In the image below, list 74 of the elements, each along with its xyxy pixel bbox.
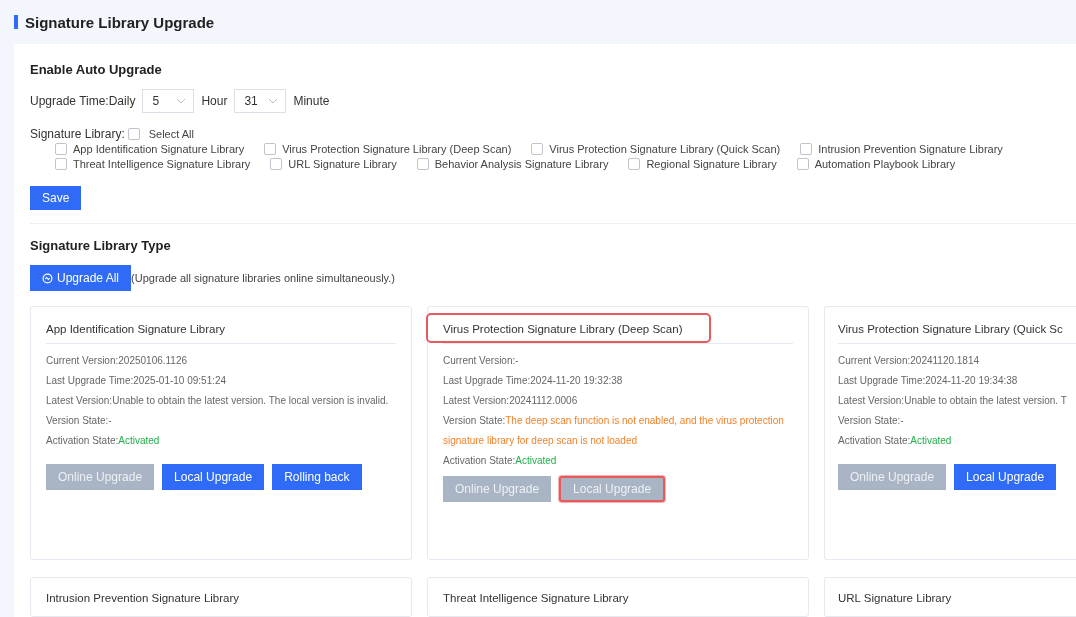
info-line: Version State:- bbox=[838, 414, 905, 428]
info-line: Activation State:Activated bbox=[838, 434, 953, 448]
title-accent-bar bbox=[14, 15, 18, 29]
checkbox-label[interactable]: Behavior Analysis Signature Library bbox=[434, 157, 609, 170]
field-label: Signature Library: bbox=[30, 127, 125, 141]
info-line: Last Upgrade Time:2024-11-20 19:34:38 bbox=[838, 374, 1019, 388]
info-value: Unable to obtain the latest version. T bbox=[904, 395, 1067, 406]
unit-label: Minute bbox=[293, 94, 330, 108]
card-title: Threat Intelligence Signature Library bbox=[443, 591, 629, 604]
card-title: Virus Protection Signature Library (Deep Scan) bbox=[428, 315, 709, 341]
upgrade-all-note: (Upgrade all signature libraries online simultaneously.) bbox=[131, 272, 395, 284]
checkbox-label[interactable]: Intrusion Prevention Signature Library bbox=[818, 142, 1003, 155]
unit-label: Hour bbox=[201, 94, 228, 108]
section-heading: Enable Auto Upgrade bbox=[30, 62, 163, 77]
chevron-down-icon bbox=[268, 98, 279, 104]
checkbox[interactable] bbox=[55, 142, 67, 155]
checkbox[interactable] bbox=[55, 157, 67, 170]
info-value: Activated bbox=[910, 435, 952, 446]
info-value: Unable to obtain the latest version. The local version is invalid. bbox=[112, 395, 389, 406]
info-value: 2024-11-20 19:32:38 bbox=[530, 375, 623, 386]
info-value: 2025-01-10 09:51:24 bbox=[133, 375, 227, 386]
info-value: Activated bbox=[118, 435, 160, 446]
checkbox[interactable] bbox=[416, 157, 429, 170]
card-title: URL Signature Library bbox=[838, 591, 952, 604]
chevron-down-icon bbox=[176, 98, 187, 104]
field-label: Upgrade Time:Daily bbox=[30, 94, 136, 108]
card-title: Virus Protection Signature Library (Quick Sc bbox=[838, 322, 1063, 335]
info-value: 2024-11-20 19:34:38 bbox=[925, 375, 1018, 386]
info-line: Current Version:20241120.1814 bbox=[838, 354, 981, 368]
info-line: Latest Version:Unable to obtain the latest version. The local version is invalid. bbox=[46, 394, 390, 408]
card-title: Intrusion Prevention Signature Library bbox=[46, 591, 240, 604]
upgrade-action-button[interactable]: Local Upgrade bbox=[162, 464, 265, 490]
upgrade-action-button[interactable]: Local Upgrade bbox=[954, 464, 1057, 490]
info-line: Version State:- bbox=[46, 414, 113, 428]
section-heading: Signature Library Type bbox=[30, 238, 172, 253]
info-value: - bbox=[108, 415, 112, 426]
checkbox[interactable] bbox=[800, 142, 813, 155]
info-value: - bbox=[515, 355, 519, 366]
info-line: Activation State:Activated bbox=[443, 454, 558, 468]
info-line: Current Version:20250106.1126 bbox=[46, 354, 189, 368]
card-title: App Identification Signature Library bbox=[46, 322, 225, 335]
minute-select[interactable]: 31 bbox=[234, 89, 287, 113]
info-value: - bbox=[900, 415, 904, 426]
save-button[interactable]: Save bbox=[30, 186, 82, 210]
info-line: Version State:The deep scan function is not enabled, and the virus protection signature library for deep scan is not loaded bbox=[443, 414, 785, 448]
checkbox-label[interactable]: Virus Protection Signature Library (Quick Scan) bbox=[549, 142, 781, 155]
upgrade-action-button[interactable]: Rolling back bbox=[272, 464, 362, 490]
checkbox-label[interactable]: App Identification Signature Library bbox=[73, 142, 245, 155]
info-value: 20250106.1126 bbox=[118, 355, 188, 366]
page-title: Signature Library Upgrade bbox=[25, 13, 215, 31]
info-line: Last Upgrade Time:2024-11-20 19:32:38 bbox=[443, 374, 624, 388]
checkbox-label[interactable]: Select All bbox=[148, 128, 194, 140]
checkbox-label[interactable]: Threat Intelligence Signature Library bbox=[73, 157, 251, 170]
info-value: Activated bbox=[515, 455, 557, 466]
checkbox-label[interactable]: Regional Signature Library bbox=[646, 157, 777, 170]
info-value: 20241120.1814 bbox=[910, 355, 980, 366]
info-value: 20241112.0006 bbox=[509, 395, 578, 406]
checkbox[interactable] bbox=[796, 157, 809, 170]
hour-select[interactable]: 5 bbox=[142, 89, 195, 113]
info-line: Current Version:- bbox=[443, 354, 520, 368]
checkbox[interactable] bbox=[531, 142, 544, 155]
upgrade-all-button[interactable]: Upgrade All bbox=[30, 265, 132, 291]
info-line: Activation State:Activated bbox=[46, 434, 161, 448]
info-line: Last Upgrade Time:2025-01-10 09:51:24 bbox=[46, 374, 228, 388]
info-line: Latest Version:20241112.0006 bbox=[443, 394, 579, 408]
checkbox[interactable] bbox=[127, 128, 140, 140]
checkbox[interactable] bbox=[628, 157, 641, 170]
info-line: Latest Version:Unable to obtain the latest version. T bbox=[838, 394, 1068, 408]
checkbox-label[interactable]: URL Signature Library bbox=[288, 157, 397, 170]
checkbox[interactable] bbox=[270, 157, 283, 170]
checkbox-label[interactable]: Virus Protection Signature Library (Deep Scan) bbox=[282, 142, 512, 155]
checkbox[interactable] bbox=[264, 142, 277, 155]
checkbox-label[interactable]: Automation Playbook Library bbox=[814, 157, 956, 170]
refresh-icon bbox=[42, 272, 53, 284]
